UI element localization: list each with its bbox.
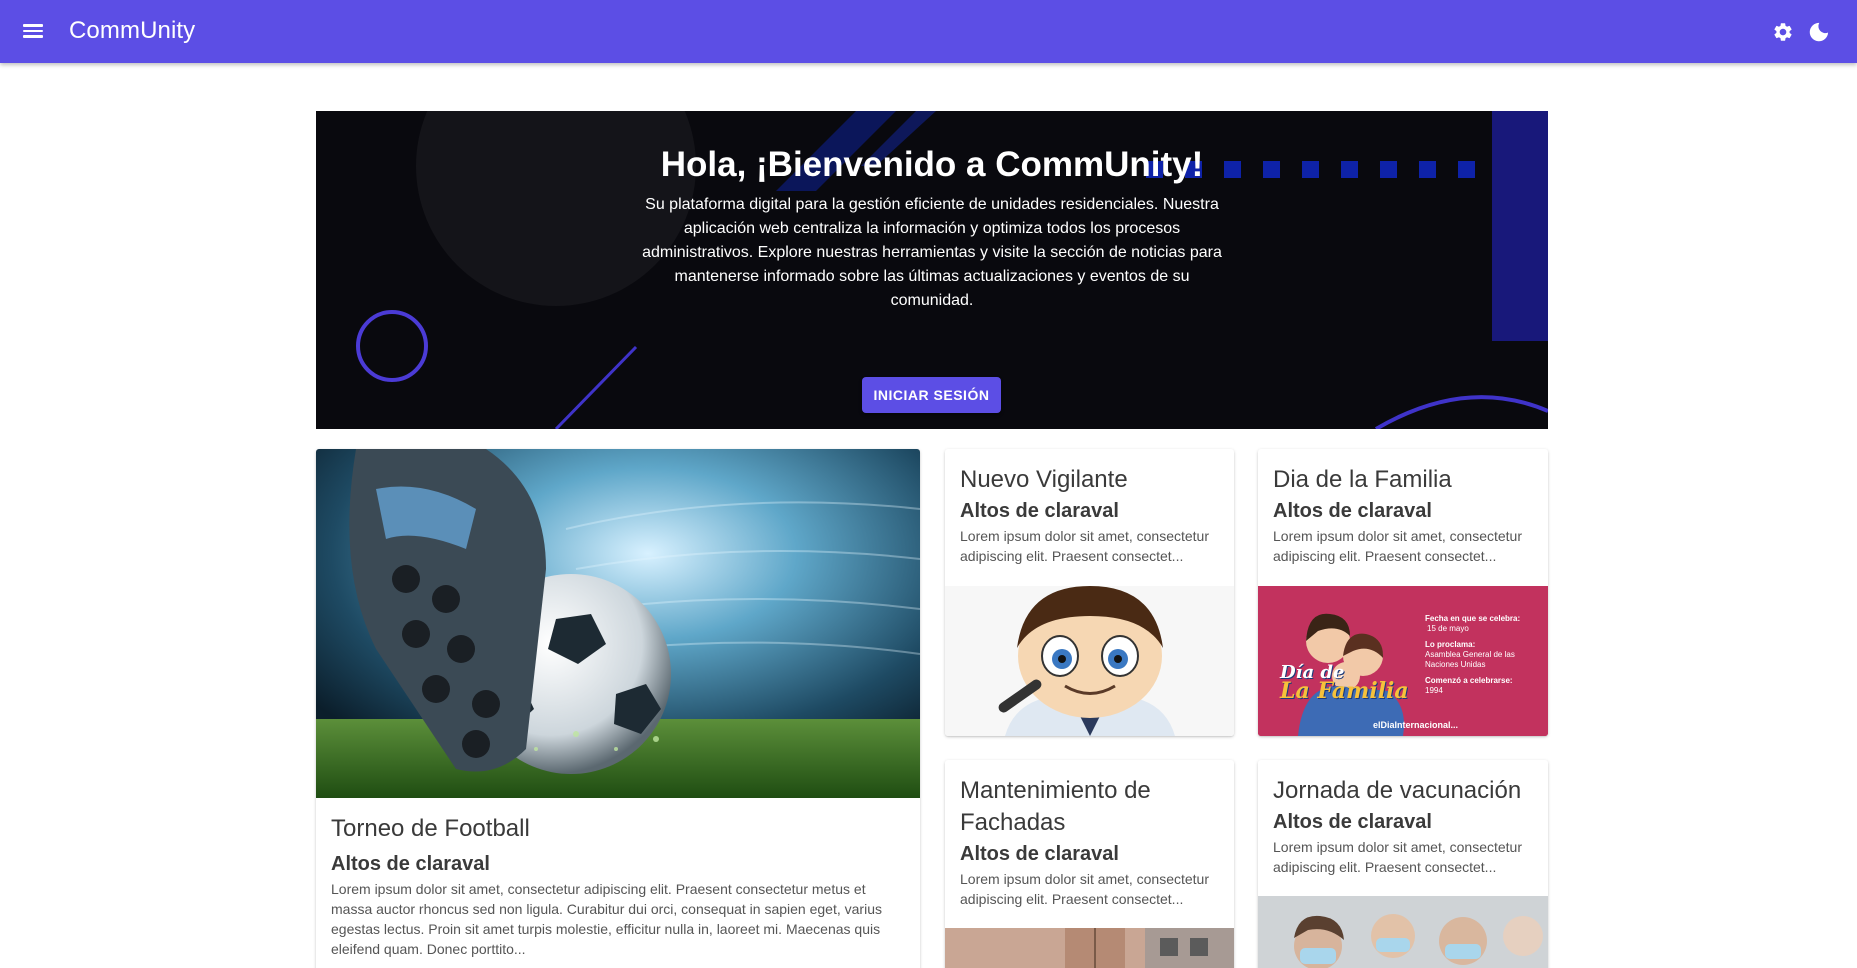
card-subtitle: Altos de claraval (331, 853, 490, 875)
card-title: Torneo de Football (331, 815, 530, 842)
family-day-image: Día de La Familia Fecha en que se celebr… (1258, 586, 1548, 736)
card-text: Lorem ipsum dolor sit amet, consectetur … (331, 881, 882, 957)
card-title: Nuevo Vigilante (960, 466, 1128, 493)
family-day-fecha-label: Fecha en que se celebra: (1425, 614, 1521, 623)
card-text: Lorem ipsum dolor sit amet, consectetur … (1273, 528, 1522, 564)
card-title: Dia de la Familia (1273, 466, 1452, 493)
family-day-comenzo-label: Comenzó a celebrarse: (1425, 676, 1513, 685)
app-title[interactable]: CommUnity (69, 17, 195, 45)
family-day-comenzo-value: 1994 (1425, 686, 1443, 695)
menu-icon[interactable] (21, 21, 45, 41)
guard-image (945, 586, 1234, 736)
moon-icon[interactable] (1805, 18, 1833, 46)
card-subtitle: Altos de claraval (1273, 811, 1432, 833)
card-title: Jornada de vacunación (1273, 777, 1522, 804)
welcome-description: Su plataforma digital para la gestión ef… (642, 196, 1222, 309)
news-card[interactable]: Mantenimiento de Fachadas Altos de clara… (945, 760, 1234, 968)
football-image (316, 449, 920, 798)
news-card[interactable]: Jornada de vacunación Altos de claraval … (1258, 760, 1548, 968)
card-text: Lorem ipsum dolor sit amet, consectetur … (960, 528, 1209, 564)
family-day-proclama-label: Lo proclama: (1425, 640, 1476, 649)
app-bar: CommUnity (0, 0, 1857, 63)
vaccination-image (1258, 896, 1548, 968)
card-title: Mantenimiento de Fachadas (960, 777, 1151, 836)
family-day-proclama-value: Asamblea General de las Naciones Unidas (1425, 650, 1515, 669)
welcome-banner: Hola, ¡Bienvenido a CommUnity! Su plataf… (316, 111, 1548, 429)
news-card[interactable]: Torneo de Football Altos de claraval Lor… (316, 449, 920, 968)
news-card[interactable]: Dia de la Familia Altos de claraval Lore… (1258, 449, 1548, 736)
welcome-title: Hola, ¡Bienvenido a CommUnity! (660, 145, 1204, 184)
card-text: Lorem ipsum dolor sit amet, consectetur … (1273, 839, 1522, 875)
facade-image (945, 928, 1234, 968)
login-button[interactable]: INICIAR SESIÓN (862, 377, 1001, 413)
gear-icon[interactable] (1769, 18, 1797, 46)
family-day-source: elDiaInternacional... (1373, 720, 1459, 730)
family-day-fecha-value: 15 de mayo (1427, 624, 1469, 633)
card-subtitle: Altos de claraval (960, 843, 1119, 865)
card-subtitle: Altos de claraval (1273, 500, 1432, 522)
news-card[interactable]: Nuevo Vigilante Altos de claraval Lorem … (945, 449, 1234, 736)
card-text: Lorem ipsum dolor sit amet, consectetur … (960, 871, 1209, 907)
card-subtitle: Altos de claraval (960, 500, 1119, 522)
family-day-image-title-2: La Familia (1280, 678, 1409, 704)
